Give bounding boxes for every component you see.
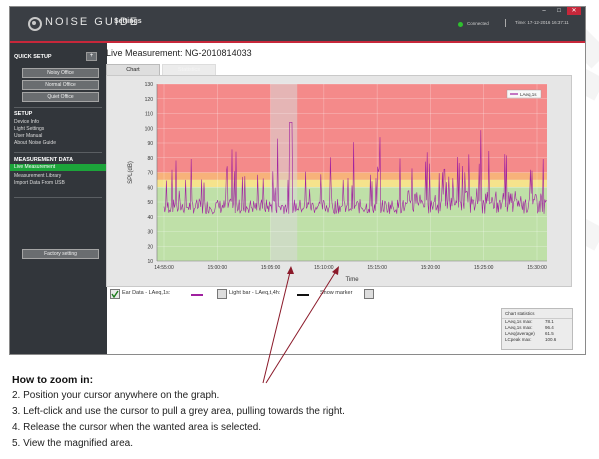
chart-statistics-panel: Chart statistics LAeq,1s max: 78.1 LAeq,1…	[501, 308, 573, 350]
stat-value: 100.6	[545, 337, 557, 342]
y-tick-label: 120	[145, 97, 154, 103]
ear-data-checkbox[interactable]	[110, 289, 120, 299]
checkmark-icon	[111, 290, 119, 299]
stat-label: LCpeak max:	[505, 337, 532, 342]
x-tick-label: 15:00:00	[208, 265, 228, 271]
factory-setting-button[interactable]: Factory setting	[22, 249, 99, 259]
chart-legend-bar: Ear Data - LAeq,1s: Light bar - LAeq,t,4…	[106, 289, 570, 301]
sidebar-divider	[14, 197, 102, 198]
spl-chart[interactable]: 10 20 30 40 50 60 70 80 90 100 110 120 130 14:55:00 15…	[107, 76, 571, 286]
instructions-title: How to zoom in:	[12, 374, 94, 386]
sidebar: QUICK SETUP + Noisy Office Normal Office…	[10, 43, 107, 354]
ear-data-swatch	[191, 294, 203, 296]
minimize-button[interactable]: –	[537, 7, 551, 15]
connection-status-icon	[458, 22, 463, 27]
chart-legend-label: LAeq,1s	[520, 92, 537, 97]
sidebar-item-about[interactable]: About Noise Guide	[14, 140, 56, 146]
y-tick-label: 90	[147, 141, 153, 147]
chart-panel[interactable]: 10 20 30 40 50 60 70 80 90 100 110 120 130 14:55:00 15…	[106, 75, 572, 287]
connection-status: Connected	[467, 21, 489, 26]
stat-label: LAeq,1s max:	[505, 319, 533, 324]
setup-heading: SETUP	[14, 111, 33, 117]
x-tick-label: 15:05:00	[261, 265, 281, 271]
header-divider	[505, 19, 506, 27]
sidebar-item-light-settings[interactable]: Light Settings	[14, 126, 44, 132]
y-tick-label: 80	[147, 156, 153, 162]
maximize-button[interactable]: □	[552, 7, 566, 15]
preset-noisy-office-button[interactable]: Noisy Office	[22, 68, 99, 78]
preset-quiet-office-button[interactable]: Quiet Office	[22, 92, 99, 102]
page-title: Live Measurement: NG-2010814033	[106, 48, 252, 58]
threshold-zone	[157, 187, 547, 261]
ear-data-label: Ear Data - LAeq,1s:	[122, 290, 171, 296]
x-tick-label: 15:15:00	[367, 265, 387, 271]
show-marker-label: Show marker	[320, 290, 353, 296]
light-bar-swatch	[297, 294, 309, 296]
settings-link[interactable]: Settings	[114, 18, 142, 25]
sidebar-item-live-measurement[interactable]: Live Measurement	[10, 164, 107, 171]
light-bar-label: Light bar - LAeq,t,4h:	[229, 290, 281, 296]
y-tick-label: 60	[147, 185, 153, 191]
timestamp: Time: 17-12-2016 16:37:11	[515, 20, 569, 25]
x-axis-label: Time	[345, 277, 359, 283]
y-tick-label: 100	[145, 126, 154, 132]
y-tick-label: 20	[147, 244, 153, 250]
sidebar-divider	[14, 107, 102, 108]
add-preset-button[interactable]: +	[86, 52, 97, 61]
y-tick-label: 10	[147, 259, 153, 265]
preset-normal-office-button[interactable]: Normal Office	[22, 80, 99, 90]
y-tick-label: 40	[147, 215, 153, 221]
show-marker-checkbox[interactable]	[364, 289, 374, 299]
sidebar-item-user-manual[interactable]: User Manual	[14, 133, 42, 139]
x-tick-label: 15:30:00	[527, 265, 547, 271]
stat-label: LAeq,1s max:	[505, 325, 533, 330]
y-tick-label: 30	[147, 230, 153, 236]
sidebar-item-measurement-library[interactable]: Measurement Library	[14, 173, 61, 179]
y-tick-label: 70	[147, 171, 153, 177]
stat-label: LAeq(average)	[505, 331, 535, 336]
x-tick-label: 15:20:00	[421, 265, 441, 271]
chart-statistics-title: Chart statistics	[502, 309, 572, 319]
logo-dot	[32, 21, 36, 25]
instruction-step: 2. Position your cursor anywhere on the …	[12, 390, 220, 401]
sidebar-item-import-usb[interactable]: Import Data From USB	[14, 180, 65, 186]
y-axis-label: SPL(dB)	[128, 161, 134, 184]
x-tick-label: 15:25:00	[474, 265, 494, 271]
stat-row: LCpeak max: 100.6	[502, 337, 572, 343]
measurement-data-heading: MEASUREMENT DATA	[14, 157, 74, 163]
instruction-step: 4. Release the cursor when the wanted ar…	[12, 422, 262, 433]
sidebar-item-device-info[interactable]: Device Info	[14, 119, 39, 125]
x-tick-label: 15:10:00	[314, 265, 334, 271]
y-tick-label: 110	[145, 112, 153, 118]
quick-setup-heading: QUICK SETUP	[14, 54, 52, 60]
instruction-step: 5. View the magnified area.	[12, 438, 134, 449]
close-button[interactable]: ✕	[567, 7, 581, 15]
sidebar-divider	[14, 152, 102, 153]
y-tick-label: 50	[147, 200, 153, 206]
instruction-step: 3. Left-click and use the cursor to pull…	[12, 406, 345, 417]
x-tick-label: 14:55:00	[154, 265, 174, 271]
y-tick-label: 130	[145, 82, 154, 88]
light-bar-checkbox[interactable]	[217, 289, 227, 299]
title-bar: NOISE GUIDE Settings Connected Time: 17-…	[10, 7, 585, 41]
